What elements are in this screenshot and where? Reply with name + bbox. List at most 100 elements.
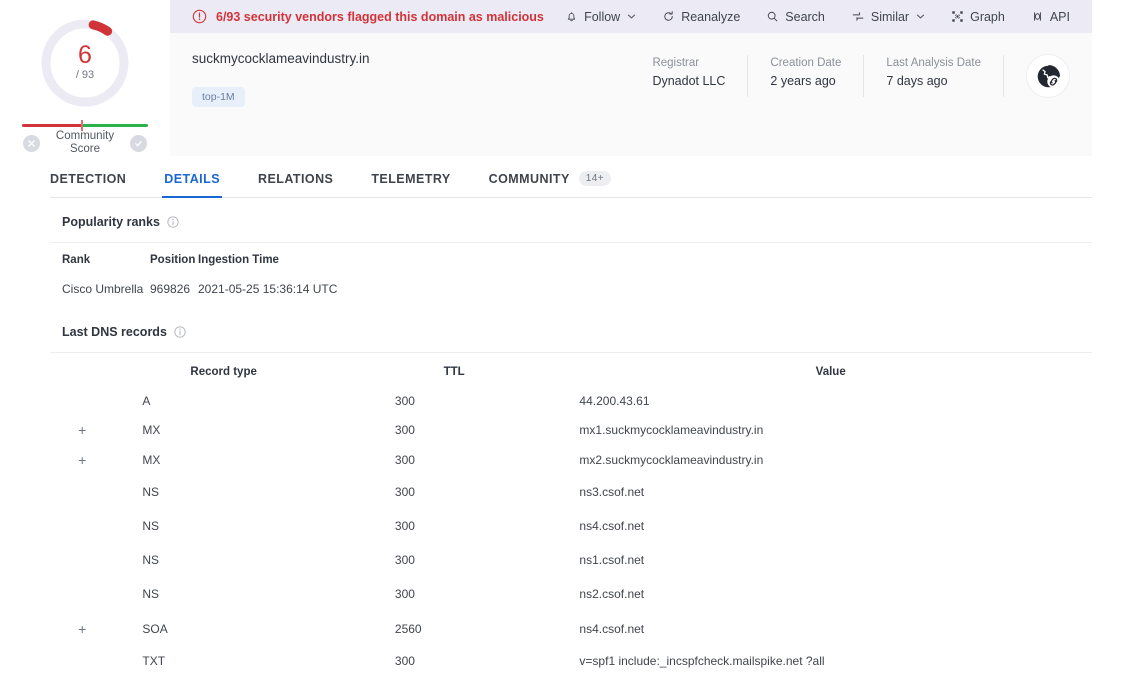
tab-community[interactable]: COMMUNITY 14+	[489, 171, 612, 197]
expand-placeholder	[50, 387, 108, 415]
graph-button[interactable]: Graph	[951, 10, 1005, 24]
chevron-down-icon	[917, 14, 925, 19]
dns-record-value: 44.200.43.61	[579, 394, 650, 408]
meta-registrar: Registrar Dynadot LLC	[634, 55, 747, 97]
community-label-line2: Score	[69, 143, 101, 155]
dns-record-type: MX	[142, 423, 161, 437]
expand-row-button[interactable]: +	[50, 611, 108, 647]
search-button[interactable]: Search	[766, 10, 825, 24]
table-header-row: Rank Position Ingestion Time	[50, 243, 1092, 275]
popularity-rank-value: Cisco Umbrella	[62, 282, 144, 296]
dns-record-type: NS	[142, 519, 160, 533]
page-header: 6 / 93 Community Score 6/93 security ven…	[0, 0, 1124, 156]
graph-icon	[952, 11, 963, 22]
dns-record-type: SOA	[142, 622, 168, 636]
table-header-row: Record type TTL Value	[50, 355, 1092, 387]
expand-placeholder	[50, 647, 108, 675]
main-tabs: DETECTION DETAILS RELATIONS TELEMETRY CO…	[50, 156, 1092, 198]
follow-button[interactable]: Follow	[565, 10, 636, 24]
popularity-ranks-table: Rank Position Ingestion Time Cisco Umbre…	[50, 243, 1092, 308]
tab-details-label: DETAILS	[164, 172, 220, 186]
table-row: + SOA 2560 ns4.csof.net	[50, 611, 1092, 647]
expand-row-button[interactable]: +	[50, 415, 108, 445]
follow-label: Follow	[584, 9, 621, 24]
check-circle-icon[interactable]	[130, 134, 147, 152]
table-row: NS 300 ns1.csof.net	[50, 543, 1092, 577]
community-bar-positive	[81, 124, 148, 127]
community-score-block: Community Score	[10, 120, 160, 156]
dns-record-type: TXT	[142, 654, 166, 668]
tab-telemetry[interactable]: TELEMETRY	[371, 172, 450, 197]
meta-creation-date: Creation Date 2 years ago	[747, 55, 863, 97]
search-icon	[768, 11, 778, 22]
expand-row-button[interactable]: +	[50, 445, 108, 475]
community-label-line1: Community	[55, 130, 115, 142]
tab-details[interactable]: DETAILS	[162, 172, 222, 198]
dns-record-ttl: 2560	[394, 622, 422, 636]
reanalyze-button[interactable]: Reanalyze	[662, 10, 740, 24]
dns-section-header: Last DNS records	[50, 308, 1092, 353]
dns-record-ttl: 300	[394, 453, 415, 467]
info-icon[interactable]	[174, 326, 186, 338]
meta-last-analysis-key: Last Analysis Date	[886, 57, 981, 69]
score-gauge-column: 6 / 93 Community Score	[0, 0, 170, 156]
popularity-ingestion-value: 2021-05-25 15:36:14 UTC	[198, 282, 338, 296]
dns-record-type: NS	[142, 485, 160, 499]
meta-registrar-value: Dynadot LLC	[652, 74, 726, 88]
detection-total: / 93	[75, 69, 95, 81]
search-label: Search	[785, 9, 825, 24]
dns-record-value: ns1.csof.net	[579, 553, 645, 567]
popularity-tag[interactable]: top-1M	[192, 87, 245, 108]
tab-detection[interactable]: DETECTION	[50, 172, 126, 197]
tab-relations-label: RELATIONS	[257, 172, 334, 186]
globe-link-icon	[1037, 64, 1060, 88]
expand-placeholder	[50, 577, 108, 611]
reanalyze-label: Reanalyze	[681, 9, 741, 24]
dns-col-value: Value	[815, 366, 846, 378]
dns-record-ttl: 300	[394, 654, 415, 668]
expand-placeholder	[50, 509, 108, 543]
similar-icon	[852, 12, 864, 21]
meta-last-analysis-value: 7 days ago	[886, 74, 948, 88]
dns-section-title: Last DNS records	[62, 325, 167, 339]
dns-record-value: mx2.suckmycocklameavindustry.in	[579, 453, 764, 467]
similar-button[interactable]: Similar	[851, 10, 925, 24]
similar-label: Similar	[870, 9, 910, 24]
entity-meta-bar: suckmycocklameavindustry.in top-1M Regis…	[170, 33, 1092, 156]
dns-record-value: ns3.csof.net	[579, 485, 645, 499]
x-circle-icon[interactable]	[23, 134, 40, 152]
details-content: Popularity ranks Rank Position Ingestion…	[50, 198, 1092, 675]
api-button[interactable]: API	[1031, 10, 1070, 24]
dns-record-value: ns4.csof.net	[579, 519, 645, 533]
table-row: NS 300 ns2.csof.net	[50, 577, 1092, 611]
dns-record-ttl: 300	[394, 485, 415, 499]
dns-records-table: Record type TTL Value A 300 44.200.43.61 + M…	[50, 355, 1092, 675]
table-row: + MX 300 mx2.suckmycocklameavindustry.in	[50, 445, 1092, 475]
popularity-col-ingestion: Ingestion Time	[198, 254, 279, 266]
dns-record-value: ns2.csof.net	[579, 587, 645, 601]
tab-relations[interactable]: RELATIONS	[258, 172, 333, 197]
expand-placeholder	[50, 543, 108, 577]
table-row: NS 300 ns3.csof.net	[50, 475, 1092, 509]
bell-icon	[567, 12, 576, 22]
community-bar-negative	[22, 124, 82, 127]
detection-score: 6	[78, 41, 92, 69]
table-row: Cisco Umbrella 969826 2021-05-25 15:36:1…	[50, 275, 1092, 308]
dns-record-ttl: 300	[394, 423, 415, 437]
popularity-section-header: Popularity ranks	[50, 198, 1092, 243]
community-score-bar	[22, 120, 148, 131]
dns-record-type: MX	[142, 453, 161, 467]
exclamation-circle-icon	[192, 9, 207, 24]
dns-record-type: NS	[142, 553, 160, 567]
popularity-position-value: 969826	[150, 282, 191, 296]
dns-col-ttl: TTL	[443, 366, 465, 378]
meta-creation-date-key: Creation Date	[770, 57, 842, 69]
popularity-section-title: Popularity ranks	[62, 215, 160, 229]
popularity-col-position: Position	[150, 254, 196, 266]
dns-record-ttl: 300	[394, 553, 415, 567]
table-row: + MX 300 mx1.suckmycocklameavindustry.in	[50, 415, 1092, 445]
dns-record-type: NS	[142, 587, 160, 601]
info-icon[interactable]	[167, 216, 179, 228]
actions-toolbar: Follow Reanalyze Search Similar Graph AP…	[565, 10, 1092, 24]
dns-record-ttl: 300	[394, 394, 415, 408]
